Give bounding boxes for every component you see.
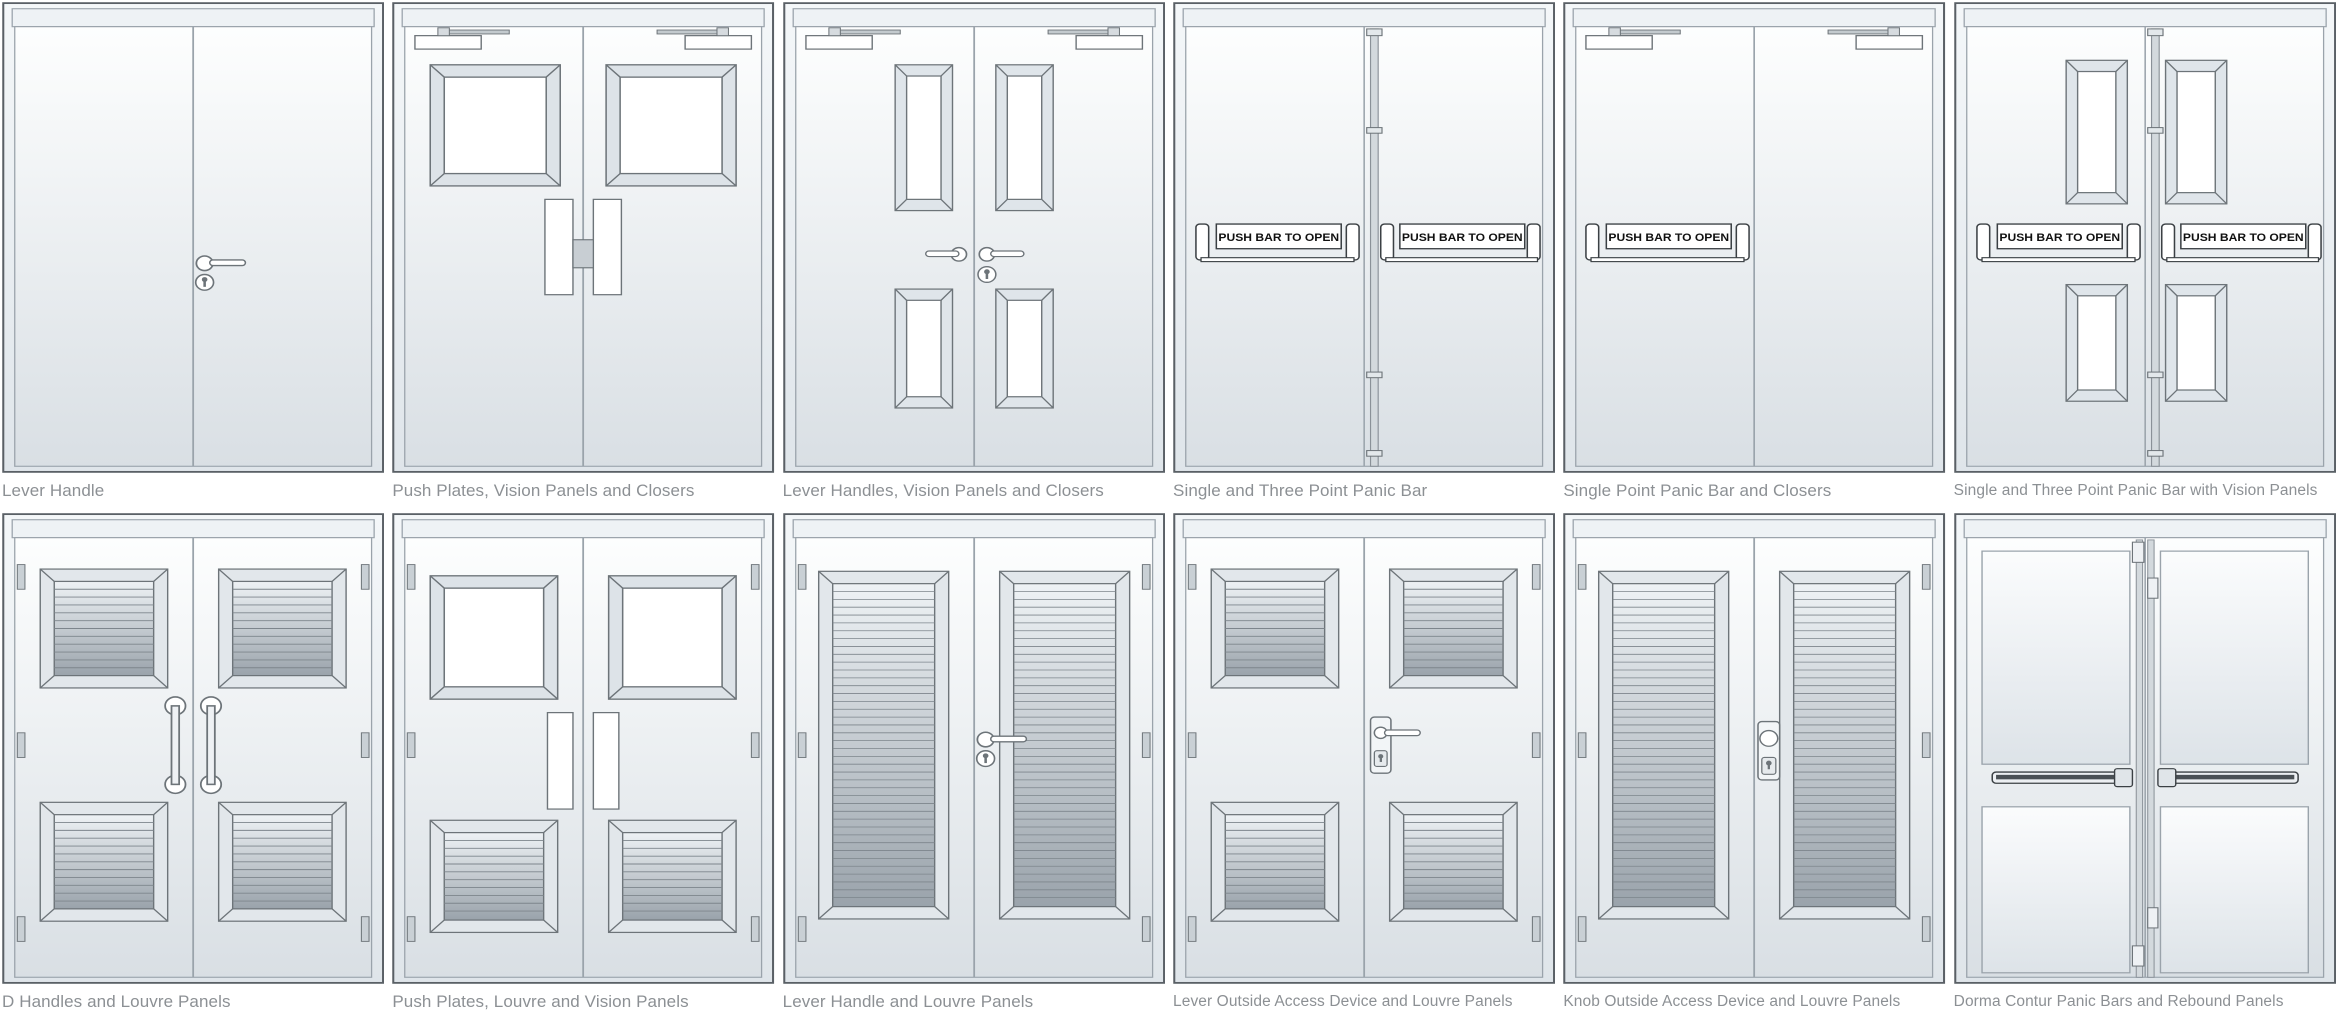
- rebound-panel: [2159, 550, 2309, 765]
- cylinder-lock-icon: [975, 750, 996, 768]
- door-diagram-panic-bar-vision-panels[interactable]: PUSH BAR TO OPEN PUSH BAR TO OPEN: [1953, 2, 2336, 473]
- door-diagram-dorma-contur-panic-bars-rebound[interactable]: [1953, 513, 2336, 984]
- louvre-panel: [1210, 801, 1340, 922]
- push-bar-label: PUSH BAR TO OPEN: [1218, 232, 1339, 243]
- door-diagram-lever-handles-vision-closers[interactable]: [782, 2, 1165, 473]
- figure-caption-1: Lever Handle: [2, 481, 105, 500]
- rebound-panel: [1980, 550, 2131, 765]
- louvre-panel: [817, 570, 950, 920]
- door-figure-grid: Lever Handle Push Plates, Vision Panels …: [0, 0, 2338, 1020]
- contur-panic-bar: [1991, 768, 2133, 788]
- figure-cell-10[interactable]: Lever Outside Access Device and Louvre P…: [1173, 513, 1556, 1020]
- vision-panel: [608, 575, 738, 700]
- rebound-panel: [2159, 806, 2309, 974]
- door-diagram-lever-handle[interactable]: [2, 2, 385, 473]
- door-diagram-push-plates-vision-closers[interactable]: [392, 2, 775, 473]
- door-diagram-knob-outside-access-device-louvre[interactable]: [1563, 513, 1946, 984]
- louvre-panel: [429, 819, 559, 934]
- figure-cell-12[interactable]: Dorma Contur Panic Bars and Rebound Pane…: [1954, 513, 2336, 1020]
- figure-caption-9: Lever Handle and Louvre Panels: [782, 992, 1034, 1011]
- louvre-panel: [217, 568, 347, 689]
- figure-caption-4: Single and Three Point Panic Bar: [1173, 481, 1428, 500]
- figure-cell-1[interactable]: Lever Handle: [2, 2, 385, 509]
- figure-cell-4[interactable]: PUSH BAR TO OPEN PUSH BAR TO OPEN Single…: [1173, 2, 1556, 509]
- vision-panel: [2164, 59, 2228, 205]
- figure-cell-7[interactable]: D Handles and Louvre Panels: [2, 513, 385, 1020]
- cylinder-lock-icon: [976, 265, 997, 284]
- vision-panel: [429, 575, 559, 700]
- figure-cell-3[interactable]: Lever Handles, Vision Panels and Closers: [783, 2, 1165, 509]
- vision-panel: [2164, 283, 2228, 402]
- figure-caption-5: Single Point Panic Bar and Closers: [1563, 481, 1832, 500]
- figure-caption-7: D Handles and Louvre Panels: [2, 992, 231, 1011]
- vision-panel: [2065, 59, 2128, 205]
- push-plate: [547, 711, 574, 810]
- vision-panel: [894, 64, 953, 212]
- push-plate: [592, 711, 620, 810]
- figure-cell-11[interactable]: Knob Outside Access Device and Louvre Pa…: [1563, 513, 1946, 1020]
- vision-panel: [894, 288, 953, 409]
- louvre-panel: [1210, 568, 1340, 689]
- push-bar-label: PUSH BAR TO OPEN: [1999, 232, 2120, 243]
- louvre-panel: [608, 819, 738, 934]
- louvre-panel: [1779, 570, 1911, 920]
- vision-panel: [605, 64, 738, 187]
- louvre-panel: [217, 801, 347, 922]
- figure-caption-2: Push Plates, Vision Panels and Closers: [392, 481, 695, 500]
- louvre-panel: [1388, 801, 1518, 922]
- push-plate: [592, 198, 623, 296]
- louvre-panel: [39, 568, 169, 689]
- push-bar-label: PUSH BAR TO OPEN: [1402, 232, 1523, 243]
- door-diagram-lever-outside-access-device-louvre[interactable]: [1173, 513, 1556, 984]
- figure-cell-6[interactable]: PUSH BAR TO OPEN PUSH BAR TO OPEN Single…: [1954, 2, 2336, 509]
- cylinder-lock-icon: [194, 273, 215, 291]
- louvre-panel: [998, 570, 1131, 920]
- louvre-panel: [39, 801, 169, 922]
- push-bar-label: PUSH BAR TO OPEN: [2183, 232, 2304, 243]
- door-diagram-single-point-panic-bar-closers[interactable]: PUSH BAR TO OPEN: [1563, 2, 1946, 473]
- figure-cell-9[interactable]: Lever Handle and Louvre Panels: [783, 513, 1165, 1020]
- push-plate: [544, 198, 574, 296]
- push-bar-label: PUSH BAR TO OPEN: [1609, 232, 1730, 243]
- figure-caption-3: Lever Handles, Vision Panels and Closers: [782, 481, 1104, 500]
- knob-outside-access-device-icon: [1757, 720, 1781, 781]
- vision-panel: [429, 64, 562, 187]
- vision-panel: [2065, 283, 2128, 402]
- figure-cell-2[interactable]: Push Plates, Vision Panels and Closers: [392, 2, 775, 509]
- contur-panic-bar: [2156, 768, 2299, 788]
- door-diagram-lever-handle-louvre[interactable]: [782, 513, 1165, 984]
- vision-panel: [994, 64, 1054, 212]
- figure-caption-11: Knob Outside Access Device and Louvre Pa…: [1563, 993, 1901, 1010]
- rebound-panel: [1980, 806, 2131, 974]
- vision-panel: [994, 288, 1054, 409]
- figure-caption-12: Dorma Contur Panic Bars and Rebound Pane…: [1953, 993, 2284, 1010]
- figure-cell-5[interactable]: PUSH BAR TO OPEN Single Point Panic Bar …: [1563, 2, 1946, 509]
- louvre-panel: [1388, 568, 1518, 689]
- door-diagram-push-plates-louvre-vision[interactable]: [392, 513, 775, 984]
- door-diagram-d-handles-louvre[interactable]: [2, 513, 385, 984]
- door-diagram-single-three-point-panic-bar[interactable]: PUSH BAR TO OPEN PUSH BAR TO OPEN: [1173, 2, 1556, 473]
- figure-caption-6: Single and Three Point Panic Bar with Vi…: [1953, 482, 2318, 499]
- figure-cell-8[interactable]: Push Plates, Louvre and Vision Panels: [392, 513, 775, 1020]
- figure-caption-8: Push Plates, Louvre and Vision Panels: [392, 992, 689, 1011]
- figure-caption-10: Lever Outside Access Device and Louvre P…: [1173, 993, 1513, 1010]
- louvre-panel: [1598, 570, 1730, 920]
